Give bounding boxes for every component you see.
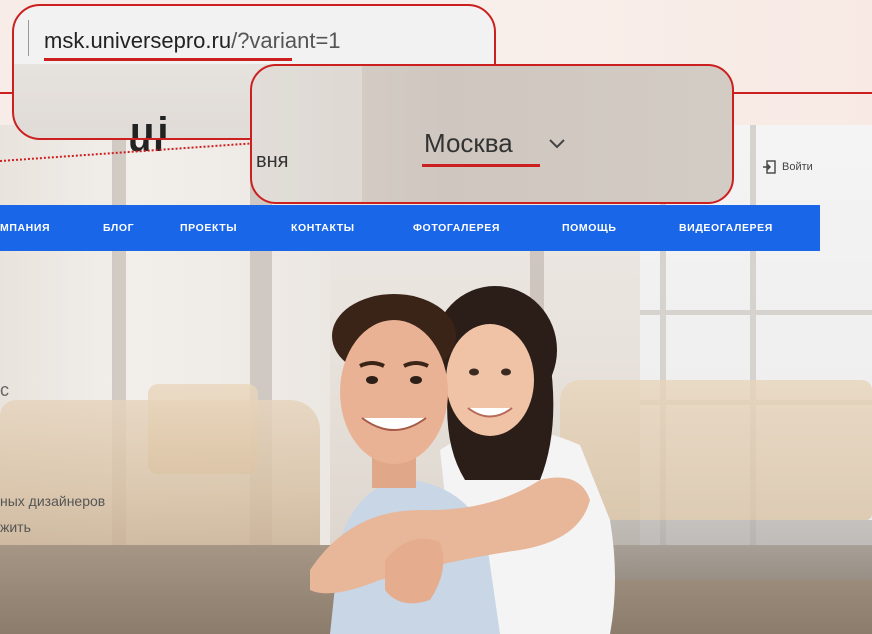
hero-subtitle-line: ных дизайнеров xyxy=(0,493,106,509)
login-label: Войти xyxy=(782,161,813,173)
hero-subtitle-line: жить xyxy=(0,519,31,535)
nav-item-photo-gallery[interactable]: ФОТОГАЛЕРЕЯ xyxy=(413,205,500,251)
city-underline xyxy=(422,164,540,167)
nav-item-company[interactable]: МПАНИЯ xyxy=(0,205,50,251)
nav-item-blog[interactable]: БЛОГ xyxy=(103,205,134,251)
hero-subtitle: ных дизайнеров жить xyxy=(0,488,105,540)
url-domain: msk.universepro.ru xyxy=(44,28,232,53)
background-cushion xyxy=(148,384,258,474)
nav-item-help[interactable]: ПОМОЩЬ xyxy=(562,205,616,251)
nav-item-video-gallery[interactable]: ВИДЕОГАЛЕРЕЯ xyxy=(679,205,773,251)
hero-heading-fragment: с xyxy=(0,380,9,400)
city-selector[interactable]: Москва xyxy=(424,128,513,159)
login-arrow-icon xyxy=(763,160,776,174)
site-logo-zoomed: ui xyxy=(130,110,172,140)
nav-item-contacts[interactable]: КОНТАКТЫ xyxy=(291,205,355,251)
main-nav: МПАНИЯ БЛОГ ПРОЕКТЫ КОНТАКТЫ ФОТОГАЛЕРЕЯ… xyxy=(0,205,820,251)
login-link[interactable]: Войти xyxy=(762,160,813,174)
callout-background xyxy=(252,66,362,202)
nav-item-projects[interactable]: ПРОЕКТЫ xyxy=(180,205,237,251)
url-path: /?variant=1 xyxy=(231,28,341,53)
address-bar-cursor xyxy=(28,20,29,56)
city-zoom-callout: вня Москва xyxy=(250,64,734,204)
address-bar[interactable]: msk.universepro.ru/?variant=1 xyxy=(44,28,341,54)
background-table xyxy=(600,520,872,580)
url-domain-underline xyxy=(44,58,292,61)
hero-couple-image xyxy=(310,286,615,634)
site-title-fragment: вня xyxy=(256,150,289,172)
callout-connector xyxy=(733,92,872,94)
chevron-down-icon[interactable] xyxy=(548,136,566,150)
